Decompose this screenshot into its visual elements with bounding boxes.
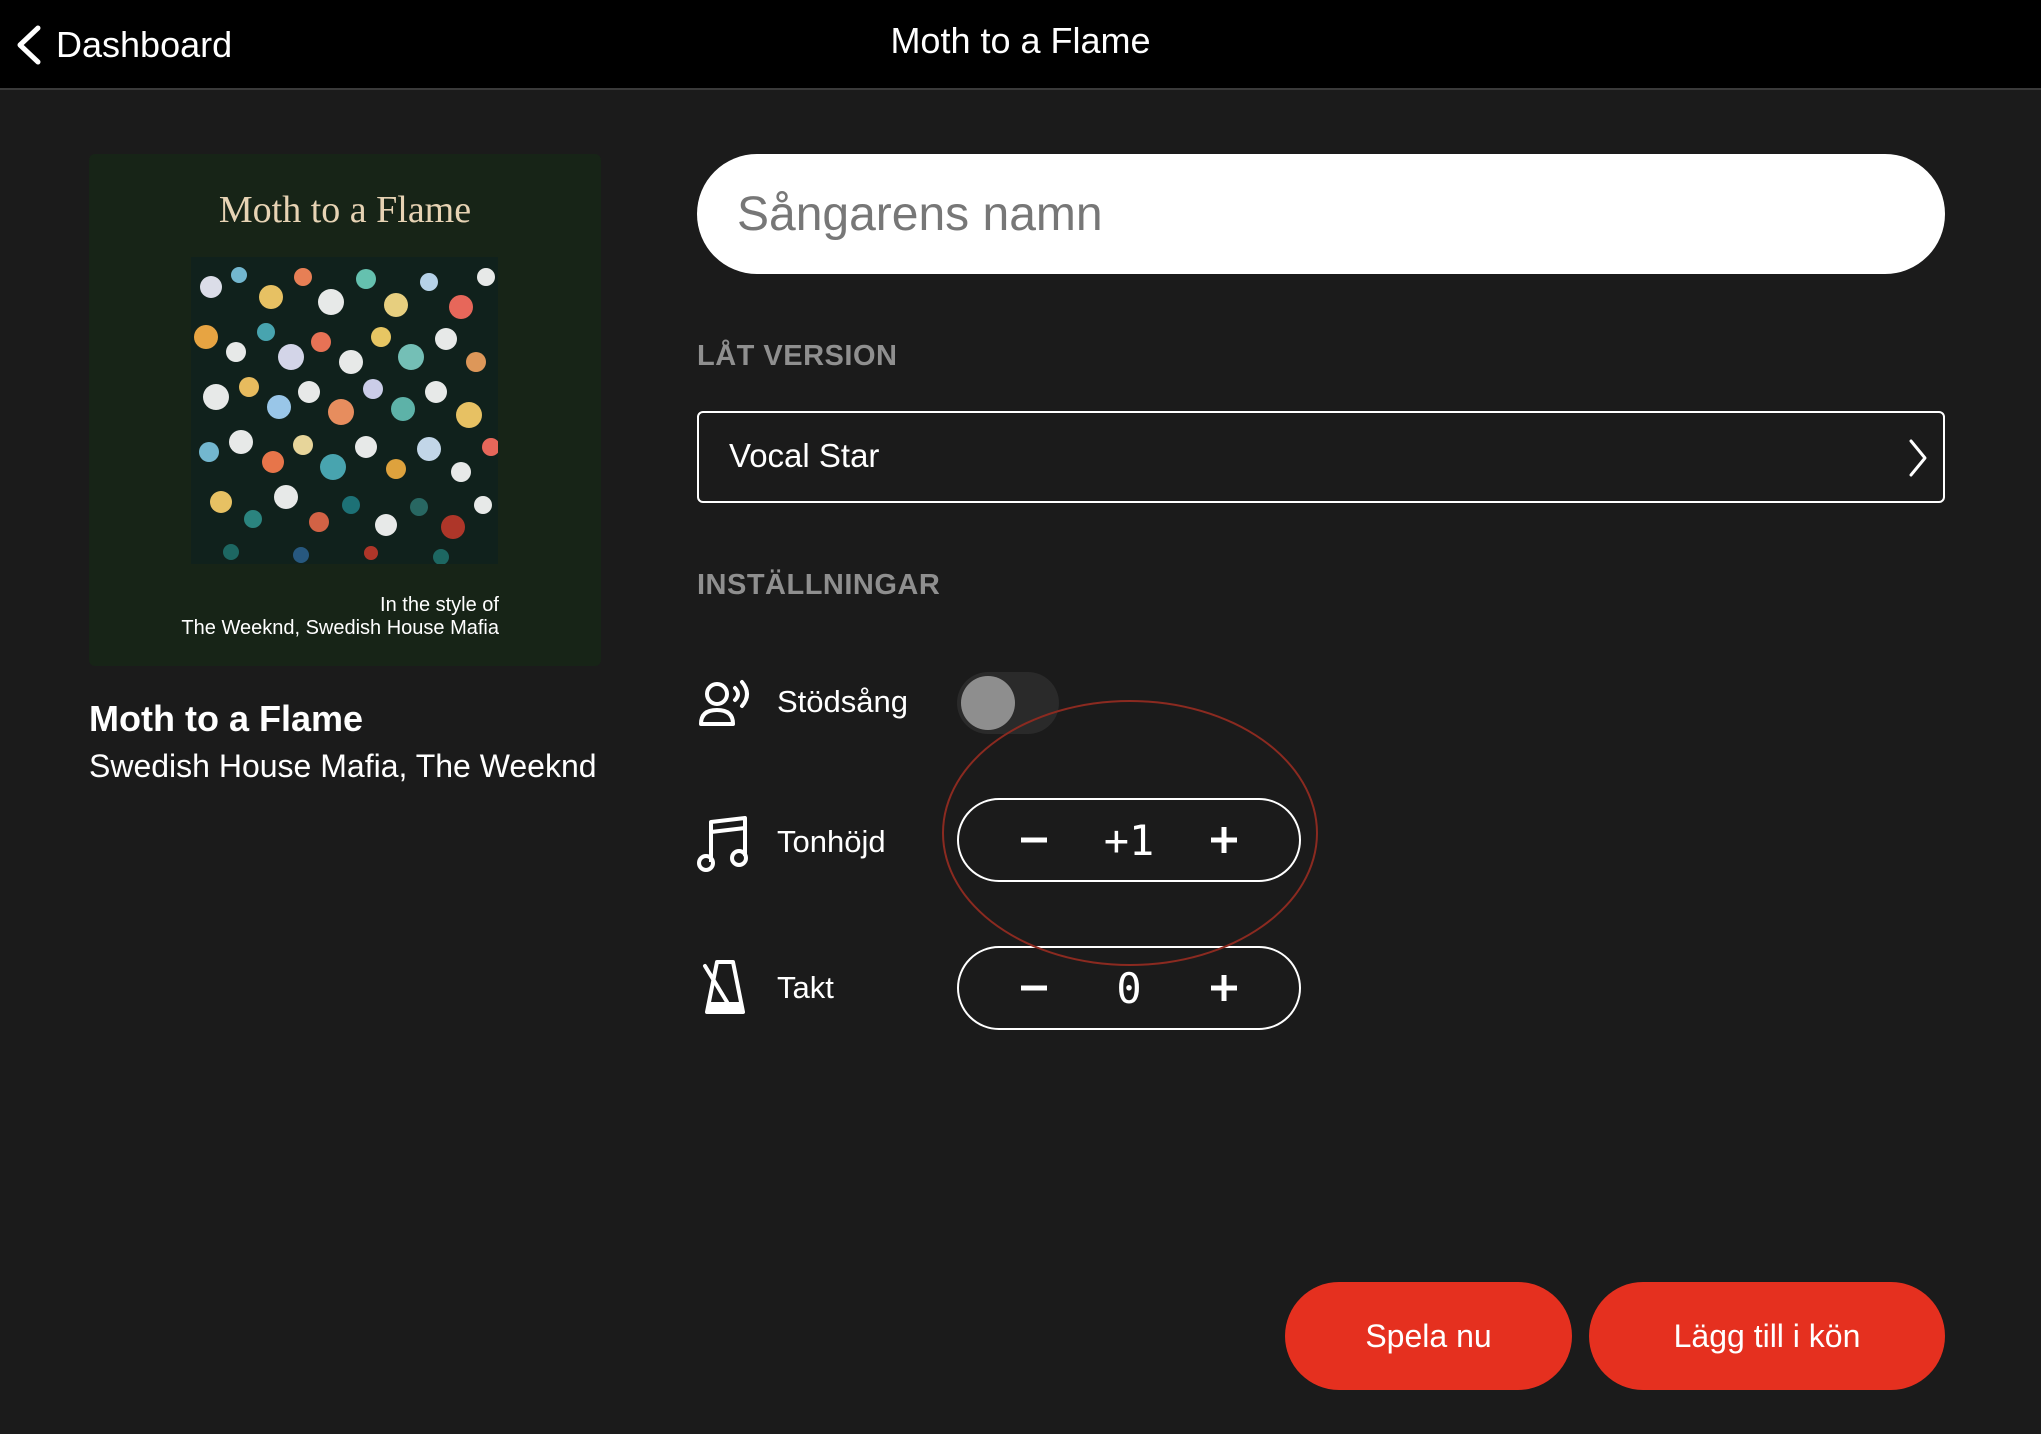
cover-style-line1: In the style of xyxy=(380,594,499,616)
tempo-label: Takt xyxy=(777,970,834,1005)
song-artist: Swedish House Mafia, The Weeknd xyxy=(89,748,597,784)
play-now-button[interactable]: Spela nu xyxy=(1285,1282,1572,1390)
toggle-knob xyxy=(961,676,1015,730)
version-selected-value: Vocal Star xyxy=(729,437,880,474)
version-section-label: LÅT VERSION xyxy=(697,340,898,372)
tempo-increase-button[interactable] xyxy=(1179,948,1269,1028)
music-note-icon xyxy=(697,816,748,872)
backing-vocals-label: Stödsång xyxy=(777,684,908,719)
cover-title: Moth to a Flame xyxy=(218,189,472,231)
plus-icon xyxy=(1211,975,1237,1001)
version-select[interactable]: Vocal Star xyxy=(697,411,1945,503)
pitch-increase-button[interactable] xyxy=(1179,800,1269,880)
chevron-right-icon xyxy=(1909,439,1927,477)
cover-style-line2: The Weeknd, Swedish House Mafia xyxy=(181,617,499,639)
tempo-stepper: 0 xyxy=(957,946,1301,1030)
pitch-label: Tonhöjd xyxy=(777,824,886,859)
add-to-queue-button[interactable]: Lägg till i kön xyxy=(1589,1282,1945,1390)
page-title: Moth to a Flame xyxy=(890,20,1151,61)
cover-bokeh-image xyxy=(191,257,498,564)
plus-icon xyxy=(1211,827,1237,853)
cover-style-text: In the style of The Weeknd, Swedish Hous… xyxy=(181,594,499,640)
album-cover: Moth to a Flame In the style of The Week… xyxy=(89,154,601,666)
singing-person-icon xyxy=(699,680,749,726)
metronome-icon xyxy=(703,960,745,1014)
top-navigation-bar: Dashboard Moth to a Flame xyxy=(0,0,2041,90)
song-name: Moth to a Flame xyxy=(89,698,364,739)
singer-name-input[interactable] xyxy=(697,154,1945,274)
settings-section-label: INSTÄLLNINGAR xyxy=(697,569,941,601)
pitch-stepper: +1 xyxy=(957,798,1301,882)
backing-vocals-toggle[interactable] xyxy=(957,672,1059,734)
